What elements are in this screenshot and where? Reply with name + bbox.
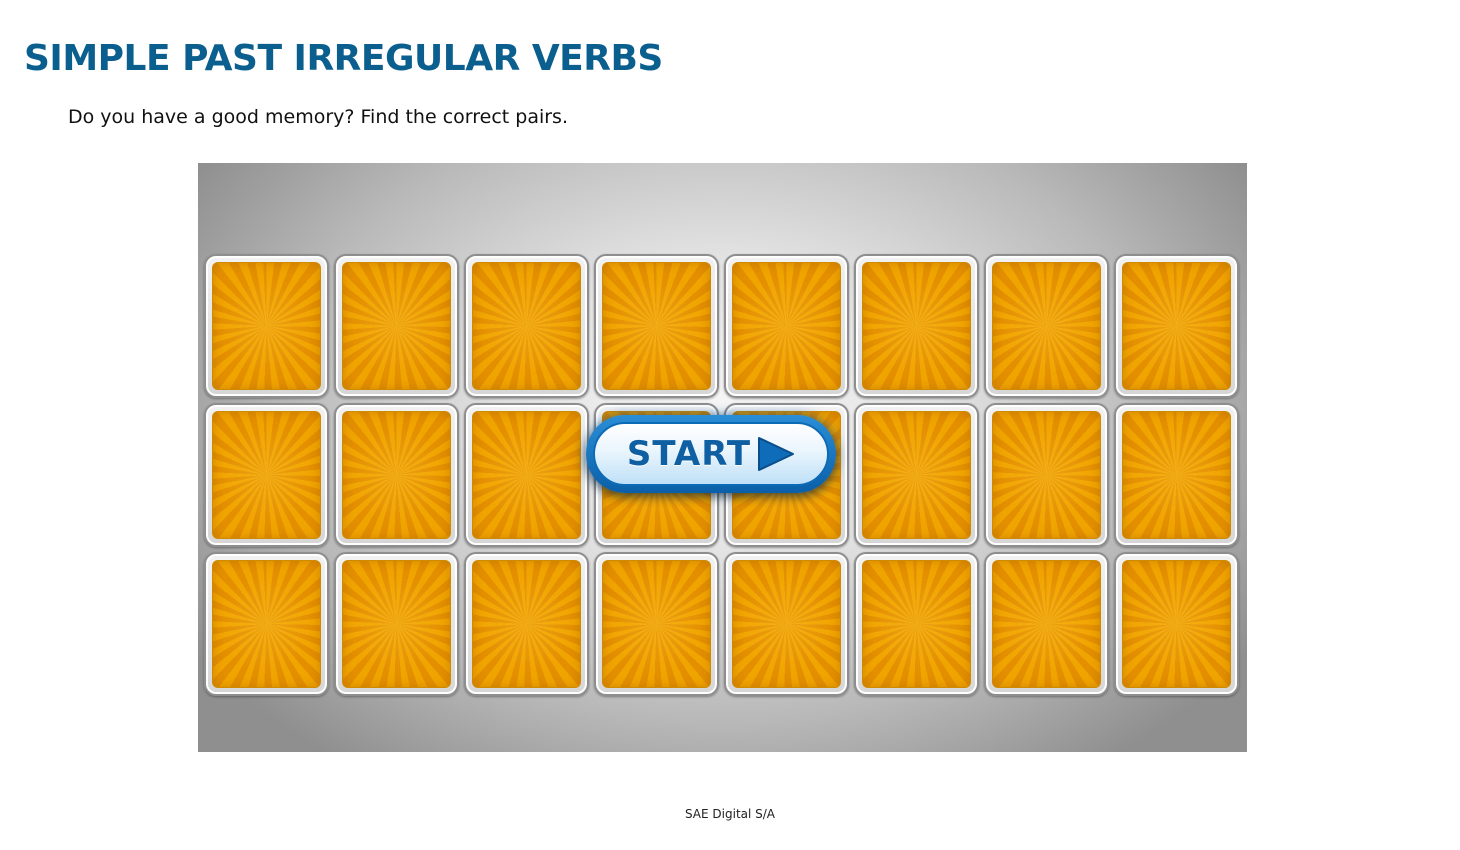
memory-card[interactable]: [724, 552, 849, 696]
card-back-pattern: [212, 262, 321, 390]
memory-card[interactable]: [204, 254, 329, 398]
card-back-pattern: [342, 560, 451, 688]
memory-card[interactable]: [984, 254, 1109, 398]
footer-credit: SAE Digital S/A: [684, 807, 776, 821]
page-title: SIMPLE PAST IRREGULAR VERBS: [24, 38, 663, 79]
card-back-pattern: [212, 560, 321, 688]
start-button-face: START: [593, 422, 829, 486]
card-back-pattern: [1122, 262, 1231, 390]
card-back-pattern: [992, 262, 1101, 390]
start-button-label: START: [626, 434, 752, 474]
memory-card[interactable]: [464, 403, 589, 547]
card-back-pattern: [472, 411, 581, 539]
card-back-pattern: [342, 411, 451, 539]
card-back-pattern: [862, 262, 971, 390]
memory-card[interactable]: [594, 552, 719, 696]
memory-card[interactable]: [1114, 254, 1239, 398]
card-back-pattern: [732, 560, 841, 688]
memory-card[interactable]: [594, 254, 719, 398]
memory-card[interactable]: [204, 552, 329, 696]
card-back-pattern: [1122, 411, 1231, 539]
memory-game-area: START: [198, 163, 1247, 752]
memory-card[interactable]: [1114, 552, 1239, 696]
card-back-pattern: [602, 560, 711, 688]
memory-card[interactable]: [854, 552, 979, 696]
memory-card[interactable]: [984, 552, 1109, 696]
memory-card[interactable]: [984, 403, 1109, 547]
memory-card[interactable]: [1114, 403, 1239, 547]
memory-card[interactable]: [724, 254, 849, 398]
memory-card[interactable]: [464, 552, 589, 696]
page: SIMPLE PAST IRREGULAR VERBS Do you have …: [0, 0, 1460, 850]
card-back-pattern: [1122, 560, 1231, 688]
card-back-pattern: [472, 560, 581, 688]
card-back-pattern: [992, 411, 1101, 539]
memory-card[interactable]: [334, 254, 459, 398]
memory-card[interactable]: [854, 254, 979, 398]
card-back-pattern: [342, 262, 451, 390]
card-back-pattern: [472, 262, 581, 390]
memory-card[interactable]: [464, 254, 589, 398]
memory-card[interactable]: [334, 403, 459, 547]
card-back-pattern: [212, 411, 321, 539]
card-back-pattern: [602, 262, 711, 390]
play-arrow-icon: [758, 437, 795, 471]
instructions-text: Do you have a good memory? Find the corr…: [68, 106, 568, 128]
memory-card[interactable]: [854, 403, 979, 547]
card-back-pattern: [992, 560, 1101, 688]
card-back-pattern: [862, 411, 971, 539]
card-back-pattern: [732, 262, 841, 390]
card-back-pattern: [862, 560, 971, 688]
memory-card[interactable]: [334, 552, 459, 696]
memory-card[interactable]: [204, 403, 329, 547]
start-button[interactable]: START: [586, 415, 836, 493]
